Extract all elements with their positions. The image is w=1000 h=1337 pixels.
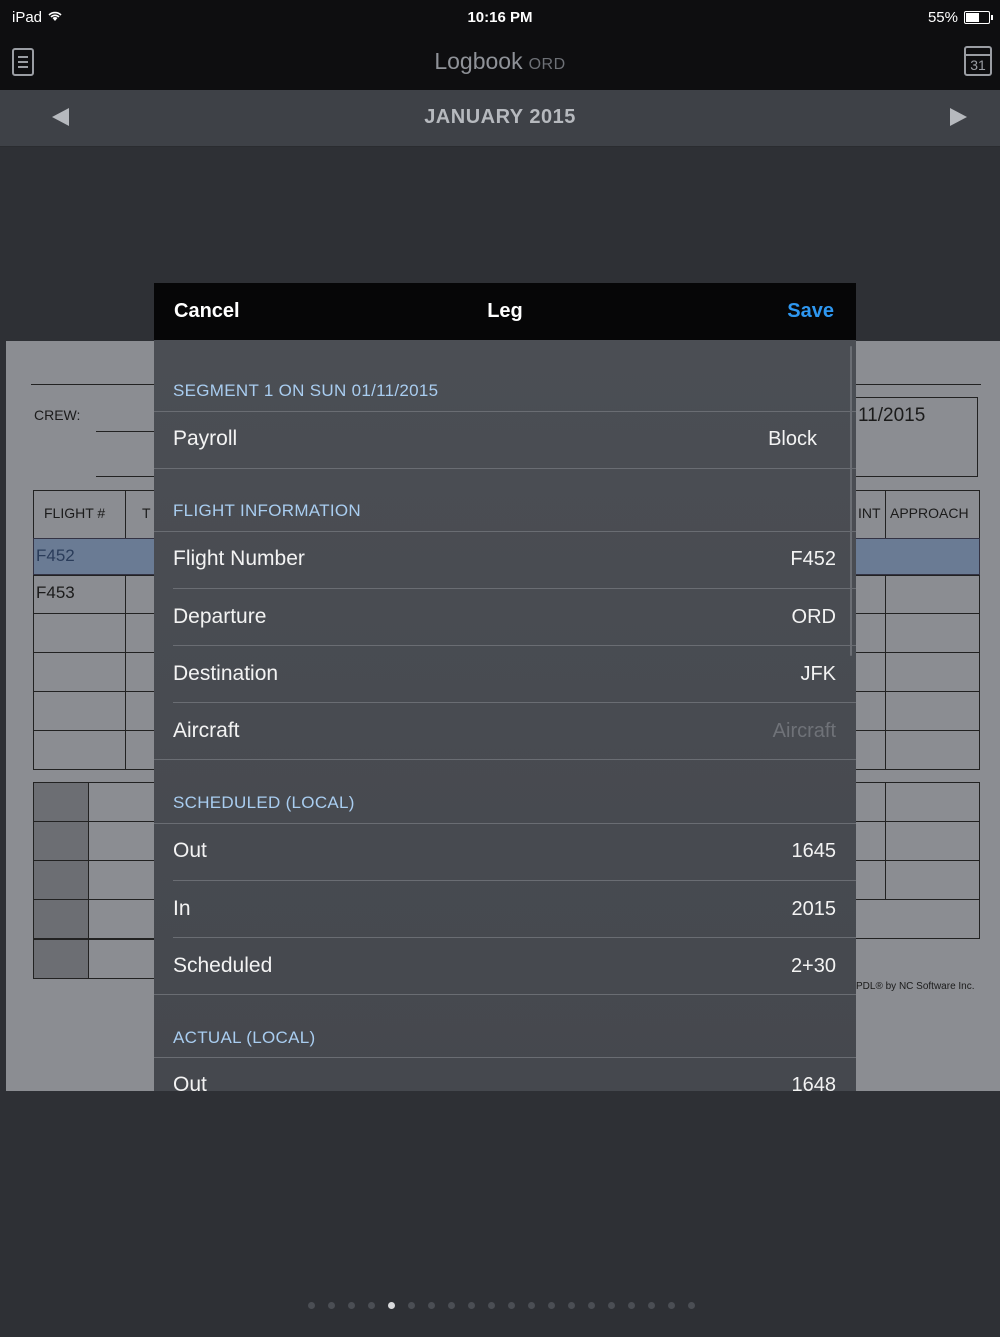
crew-label: CREW: xyxy=(34,407,81,423)
leg-modal: Cancel Leg Save SEGMENT 1 ON SUN 01/11/2… xyxy=(154,283,856,1091)
status-bar: iPad 10:16 PM 55% xyxy=(0,0,1000,34)
save-button[interactable]: Save xyxy=(787,300,834,323)
scheduled-duration-label: Scheduled xyxy=(173,954,273,977)
aircraft-label: Aircraft xyxy=(173,719,240,742)
bottom-area xyxy=(0,1091,1000,1337)
page-dot[interactable] xyxy=(568,1302,575,1309)
page-dot[interactable] xyxy=(428,1302,435,1309)
modal-header: Cancel Leg Save xyxy=(154,283,856,340)
page-dot[interactable] xyxy=(408,1302,415,1309)
departure-row[interactable]: Departure ORD xyxy=(173,588,856,645)
month-bar: JANUARY 2015 xyxy=(0,90,1000,147)
calendar-icon[interactable]: 31 xyxy=(964,46,992,76)
scheduled-in-value: 2015 xyxy=(791,898,837,920)
calendar-day: 31 xyxy=(970,57,986,73)
flight-number-row[interactable]: Flight Number F452 xyxy=(173,531,856,588)
page-dot[interactable] xyxy=(508,1302,515,1309)
page-dot[interactable] xyxy=(648,1302,655,1309)
page-dot[interactable] xyxy=(628,1302,635,1309)
flight-number-label: Flight Number xyxy=(173,547,305,570)
segment-header: SEGMENT 1 ON SUN 01/11/2015 xyxy=(173,381,439,400)
scheduled-out-label: Out xyxy=(173,839,207,862)
page-dot[interactable] xyxy=(368,1302,375,1309)
page-dot[interactable] xyxy=(308,1302,315,1309)
column-approach: APPROACH xyxy=(890,505,969,521)
page-dot[interactable] xyxy=(348,1302,355,1309)
flight-number-value: F452 xyxy=(790,548,836,570)
page-dot[interactable] xyxy=(588,1302,595,1309)
nav-bar: Logbook ORD 31 xyxy=(0,34,1000,90)
page-title: Logbook ORD xyxy=(0,48,1000,75)
page-title-text: Logbook xyxy=(434,48,523,74)
payroll-value: Block xyxy=(768,428,817,450)
scheduled-in-label: In xyxy=(173,897,191,920)
payroll-label: Payroll xyxy=(173,427,238,450)
scheduled-duration-value: 2+30 xyxy=(790,955,836,977)
status-time: 10:16 PM xyxy=(467,9,533,26)
scheduled-duration-row[interactable]: Scheduled 2+30 xyxy=(173,937,856,994)
aircraft-field[interactable]: Aircraft xyxy=(773,720,836,743)
page-indicator[interactable] xyxy=(0,1302,1000,1309)
scheduled-header: SCHEDULED (LOCAL) xyxy=(173,793,355,812)
scheduled-in-row[interactable]: In 2015 xyxy=(173,880,856,937)
page-dot-active[interactable] xyxy=(388,1302,395,1309)
actual-out-label: Out xyxy=(173,1073,207,1091)
column-t: T xyxy=(142,505,151,521)
departure-value: ORD xyxy=(791,606,836,628)
actual-header: ACTUAL (LOCAL) xyxy=(173,1028,316,1047)
scheduled-out-value: 1645 xyxy=(791,840,837,862)
page-dot[interactable] xyxy=(328,1302,335,1309)
page-dot[interactable] xyxy=(688,1302,695,1309)
modal-body[interactable]: SEGMENT 1 ON SUN 01/11/2015 Payroll Bloc… xyxy=(154,340,856,1091)
page-dot[interactable] xyxy=(668,1302,675,1309)
month-title: JANUARY 2015 xyxy=(424,106,576,128)
page-dot[interactable] xyxy=(448,1302,455,1309)
actual-out-row[interactable]: Out 1648 xyxy=(173,1057,856,1091)
destination-label: Destination xyxy=(173,662,279,685)
page-dot[interactable] xyxy=(488,1302,495,1309)
modal-title: Leg xyxy=(487,300,523,322)
form-credit: PDL® by NC Software Inc. xyxy=(856,981,975,992)
page-dot[interactable] xyxy=(548,1302,555,1309)
destination-row[interactable]: Destination JFK xyxy=(173,645,856,702)
column-flight-number: FLIGHT # xyxy=(44,505,106,521)
page-subtitle: ORD xyxy=(528,56,566,73)
column-int: INT xyxy=(858,505,881,521)
battery-icon xyxy=(964,11,993,24)
flight-cell-2[interactable]: F453 xyxy=(36,583,75,603)
actual-out-value: 1648 xyxy=(791,1074,837,1091)
app-root: iPad 10:16 PM 55% Logbook ORD 31 JANUARY … xyxy=(0,0,1000,1337)
next-month-arrow-icon[interactable] xyxy=(950,108,967,126)
battery-percent: 55% xyxy=(927,9,958,26)
payroll-row[interactable]: Payroll Block xyxy=(154,411,837,468)
page-dot[interactable] xyxy=(528,1302,535,1309)
page-dot[interactable] xyxy=(608,1302,615,1309)
destination-value: JFK xyxy=(800,663,836,685)
form-date: 11/2015 xyxy=(858,405,926,426)
aircraft-row[interactable]: Aircraft Aircraft xyxy=(173,702,856,759)
scheduled-out-row[interactable]: Out 1645 xyxy=(173,823,856,880)
flight-cell-1[interactable]: F452 xyxy=(36,546,75,566)
departure-label: Departure xyxy=(173,605,267,628)
page-dot[interactable] xyxy=(468,1302,475,1309)
flight-info-header: FLIGHT INFORMATION xyxy=(173,501,361,520)
